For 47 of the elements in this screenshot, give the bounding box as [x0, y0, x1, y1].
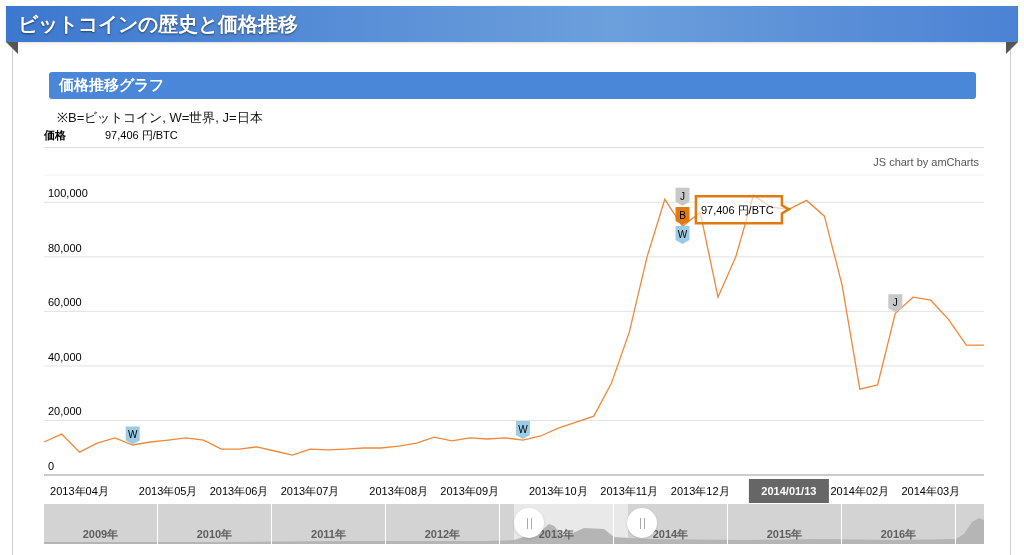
x-tick-label: 2013年10月	[529, 485, 588, 497]
y-tick-label: 0	[48, 460, 55, 472]
price-label: 価格	[44, 127, 67, 143]
range-navigator[interactable]: 2009年 2010年 2011年 2012年 2013年 2014年 2015年 2016年	[44, 504, 984, 544]
event-flag[interactable]: B	[675, 206, 690, 225]
year-label: 2010年	[196, 526, 233, 542]
y-tick-label: 80,000	[48, 241, 82, 254]
year-label: 2009年	[82, 526, 119, 542]
fold-corner	[1006, 42, 1018, 54]
event-flag[interactable]: W	[125, 426, 140, 445]
event-flag[interactable]: W	[675, 226, 690, 244]
series-label: B	[679, 209, 687, 221]
fold-corner	[6, 42, 18, 54]
grip-icon	[639, 517, 645, 529]
chart-credit: JS chart by amCharts	[873, 156, 979, 168]
section-title: 価格推移グラフ	[59, 75, 164, 97]
page-title: ビットコインの歴史と価格推移	[18, 11, 298, 38]
series-label: W	[127, 429, 138, 441]
x-tick-label: 2013年05月	[138, 485, 198, 497]
event-flag[interactable]: J	[675, 187, 690, 206]
x-tick-label: 2014年03月	[901, 485, 961, 497]
year-label: 2011年	[311, 526, 346, 542]
x-tick-label: 2013年08月	[369, 485, 429, 497]
x-tick-label: 2014年02月	[830, 485, 890, 497]
cursor-date-label: 2014/01/13	[748, 479, 829, 503]
year-label: 2014年	[652, 526, 689, 542]
x-tick-label: 2013年04月	[50, 485, 109, 497]
x-tick-label: 2013年12月	[670, 485, 730, 497]
value-tooltip: 97,406 円/BTC	[694, 195, 792, 225]
year-label: 2013年	[538, 526, 575, 542]
year-label: 2016年	[880, 526, 917, 542]
grip-icon	[526, 517, 532, 529]
x-tick-label: 2013年11月	[600, 485, 659, 497]
year-label: 2015年	[766, 526, 803, 542]
x-tick-label: 2013年07月	[280, 485, 340, 497]
series-label: J	[679, 190, 685, 202]
x-tick-label: 2013年09月	[440, 485, 499, 497]
y-tick-label: 40,000	[48, 350, 82, 363]
event-flag[interactable]: J	[888, 294, 903, 313]
y-tick-label: 60,000	[48, 296, 82, 309]
price-value: 97,406 円/BTC	[105, 127, 178, 143]
y-tick-label: 20,000	[48, 405, 82, 418]
x-tick-label: 2013年06月	[209, 485, 269, 497]
y-tick-label: 100,000	[48, 187, 88, 200]
year-label: 2012年	[424, 526, 461, 542]
event-flag[interactable]: W	[515, 421, 530, 439]
legend-note: ※B=ビットコイン, W=世界, J=日本	[57, 110, 263, 125]
